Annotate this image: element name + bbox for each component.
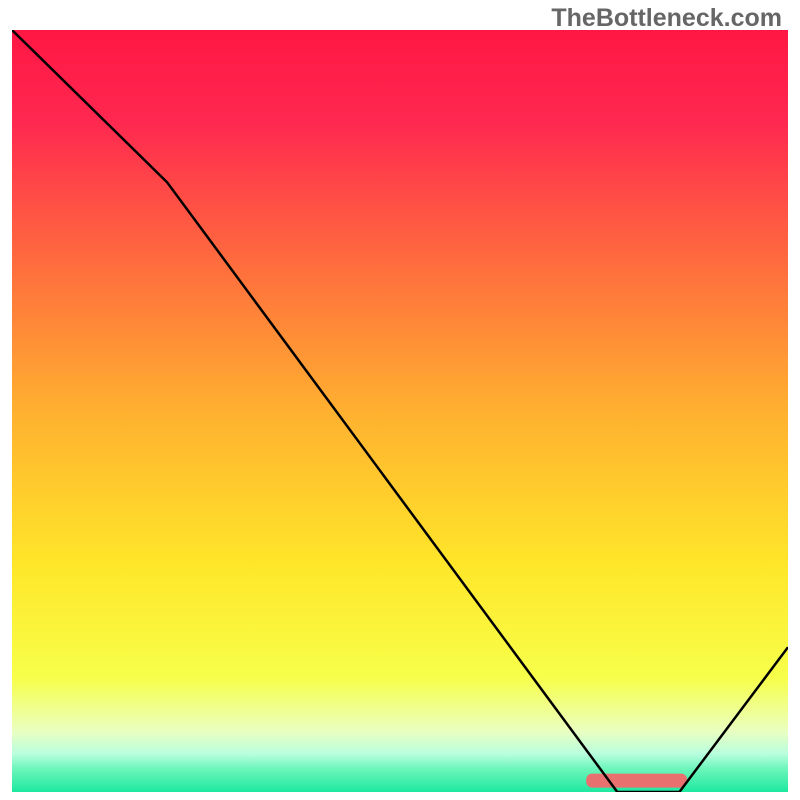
- optimal-marker: [586, 774, 687, 788]
- watermark-text: TheBottleneck.com: [551, 4, 782, 33]
- plot-area: [12, 30, 788, 792]
- chart-svg: [12, 30, 788, 792]
- chart-container: TheBottleneck.com: [0, 0, 800, 800]
